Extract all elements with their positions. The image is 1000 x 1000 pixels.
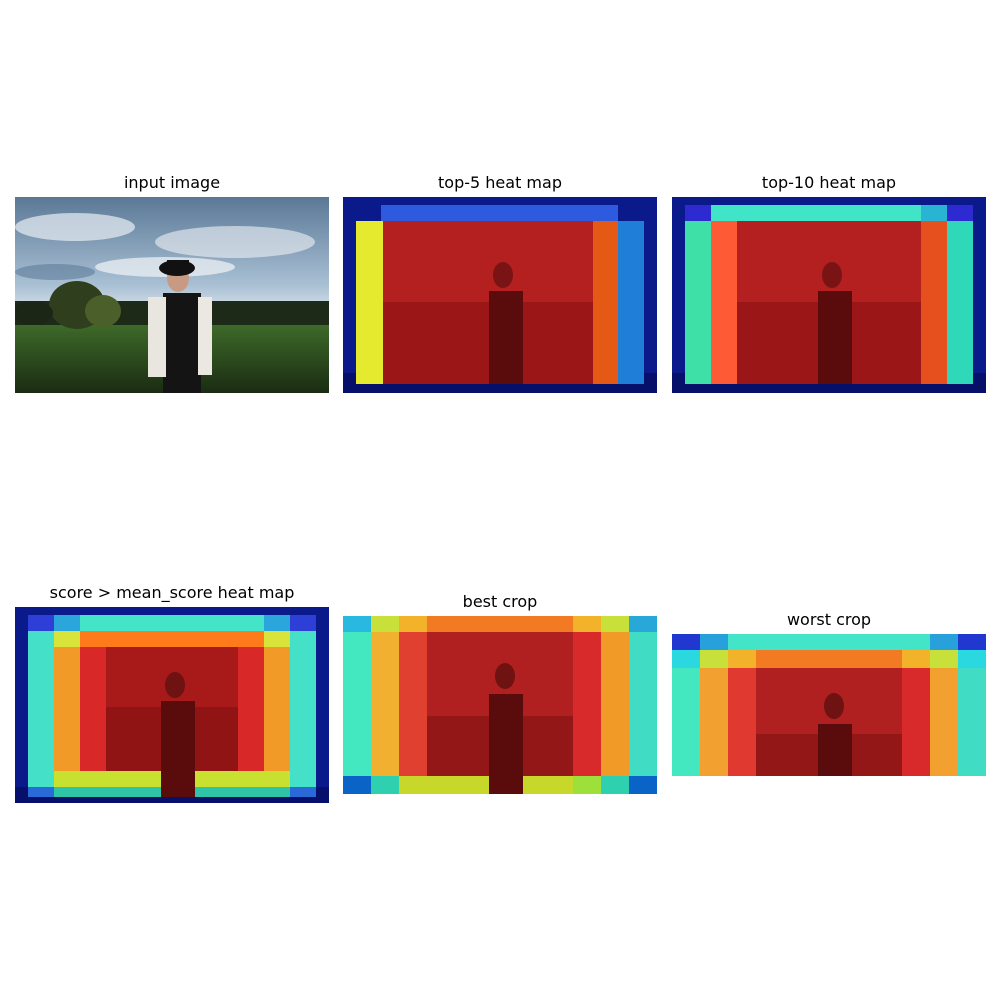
panel-title-worst: worst crop [786, 610, 872, 629]
panel-title-input: input image [123, 173, 221, 192]
best-crop [343, 616, 657, 794]
panel-title-top10: top-10 heat map [761, 173, 897, 192]
panel-title-top5: top-5 heat map [438, 173, 562, 192]
panel-title-best: best crop [462, 592, 538, 611]
input-image [15, 197, 329, 393]
worst-crop [672, 634, 986, 776]
heatmap-top5 [343, 197, 657, 393]
panel-title-mean: score > mean_score heat map [49, 583, 295, 602]
heatmap-top10 [672, 197, 986, 393]
heatmap-mean-score [15, 607, 329, 803]
